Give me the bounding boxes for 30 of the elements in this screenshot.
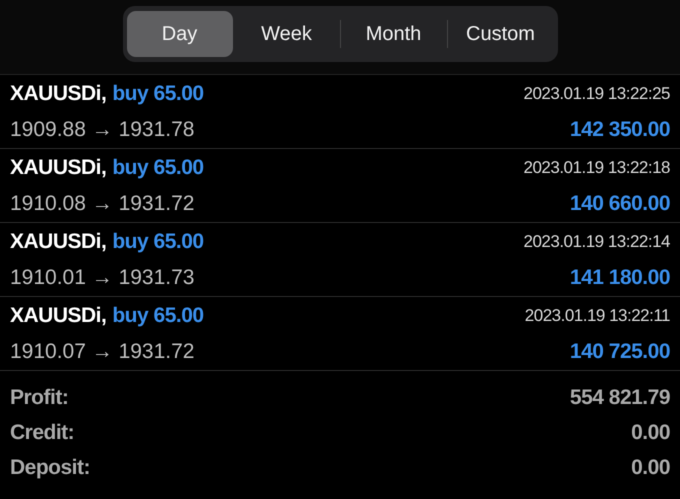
price-range: 1909.88 → 1931.78 — [10, 116, 194, 142]
deal-profit: 140 725.00 — [570, 338, 670, 364]
period-tab[interactable]: Week — [234, 11, 340, 57]
summary-label: Profit: — [10, 384, 68, 411]
deal-profit: 142 350.00 — [570, 116, 670, 142]
summary-label: Credit: — [10, 420, 74, 446]
period-tab[interactable]: Month — [340, 11, 446, 57]
trade-side-volume: buy 65.00 — [112, 303, 204, 329]
summary-value: 554 821.79 — [570, 384, 670, 411]
summary-label: Deposit: — [10, 454, 90, 481]
deal-time: 2023.01.19 13:22:14 — [524, 231, 670, 253]
price-range: 1910.07 → 1931.72 — [10, 338, 194, 364]
trade-side-volume: buy 65.00 — [112, 229, 204, 255]
symbol: XAUUSDi, — [10, 303, 106, 329]
deal-profit: 141 180.00 — [570, 264, 670, 290]
summary-value: 0.00 — [631, 420, 670, 446]
symbol: XAUUSDi, — [10, 155, 106, 181]
period-tab[interactable]: Day — [126, 11, 232, 57]
trade-side-volume: buy 65.00 — [112, 81, 204, 107]
deal-profit: 140 660.00 — [570, 190, 670, 216]
deal-time: 2023.01.19 13:22:18 — [524, 157, 670, 179]
price-range: 1910.08 → 1931.72 — [10, 190, 194, 216]
deal-time: 2023.01.19 13:22:11 — [524, 305, 670, 327]
summary-value: 0.00 — [631, 454, 670, 481]
deal-time: 2023.01.19 13:22:25 — [524, 83, 670, 105]
symbol: XAUUSDi, — [10, 229, 106, 255]
symbol: XAUUSDi, — [10, 81, 106, 107]
trade-side-volume: buy 65.00 — [112, 155, 204, 181]
period-tab[interactable]: Custom — [448, 11, 554, 57]
price-range: 1910.01 → 1931.73 — [10, 264, 194, 290]
